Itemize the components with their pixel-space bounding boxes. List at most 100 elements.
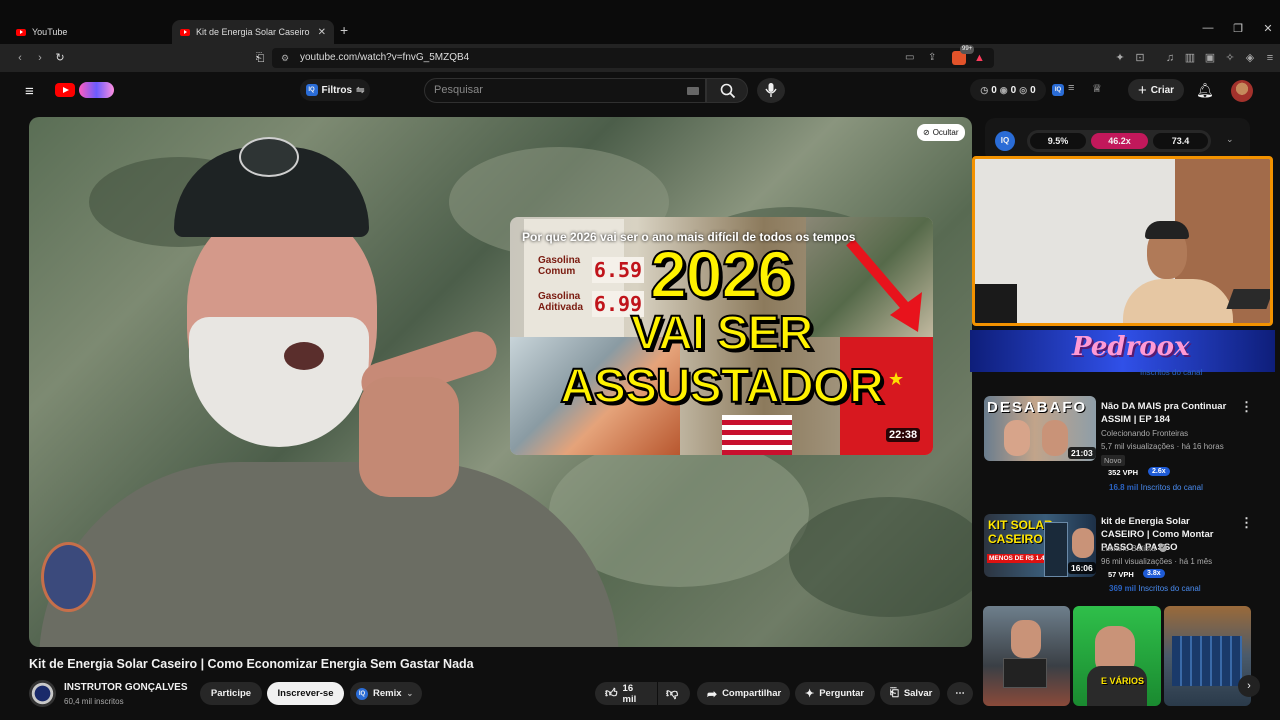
guide-menu-icon[interactable]: ≡ (25, 83, 34, 100)
keyboard-icon[interactable] (687, 87, 699, 95)
short-thumbnail[interactable]: E VÁRIOS (1073, 606, 1161, 706)
minimize-button[interactable]: — (1198, 22, 1218, 34)
rec-thumbnail[interactable]: DESABAFO 21:03 (984, 396, 1096, 461)
tab-youtube[interactable]: YouTube (8, 20, 170, 44)
rec-thumbnail[interactable]: KIT SOLAR CASEIRO MENOS DE R$ 1.400 16:0… (984, 514, 1096, 577)
thumb-person (1072, 528, 1094, 558)
iq-icon[interactable]: IQ (1052, 84, 1064, 96)
stat-score: 73.4 (1153, 133, 1208, 149)
leo-icon[interactable]: ✧ (1222, 50, 1238, 66)
rec-subs: 369 mil Inscritos do canal (1109, 584, 1201, 593)
site-info-icon[interactable]: ⚙ (281, 48, 289, 68)
monitor (975, 284, 1017, 323)
wallet-icon[interactable]: ▣ (1202, 50, 1218, 66)
endscreen-video-card[interactable]: Gasolina Comum Gasolina Aditivada 6.59 6… (510, 217, 933, 455)
thumb-shirt (1087, 666, 1147, 706)
shorts-next-button[interactable]: › (1238, 675, 1260, 697)
more-options-icon[interactable]: ⋮ (1240, 515, 1253, 531)
stats-counters[interactable]: ◷ 0 ◉ 0 ◎ 0 (970, 79, 1046, 101)
filters-button[interactable]: IQ Filtros ⇋ (300, 79, 370, 101)
counter-c: 0 (1030, 84, 1036, 96)
tab-label: Kit de Energia Solar Caseiro | Co (196, 27, 312, 37)
close-tab-icon[interactable]: ✕ (318, 27, 326, 38)
voice-search-button[interactable] (757, 78, 785, 103)
create-button[interactable]: + Criar (1128, 79, 1184, 101)
dislike-button[interactable]: 👎︎ (658, 682, 690, 705)
iq-icon[interactable]: IQ (995, 131, 1015, 151)
list-icon[interactable]: ≡ (1068, 82, 1074, 94)
tab-video[interactable]: Kit de Energia Solar Caseiro | Co ✕ (172, 20, 334, 44)
share-button[interactable]: ➦ Compartilhar (697, 682, 790, 705)
search-button[interactable] (706, 78, 748, 103)
extensions-icon[interactable]: ✦ (1112, 50, 1128, 66)
hide-endcard-button[interactable]: ⊘ Ocultar (917, 124, 965, 141)
like-button[interactable]: 👍︎ 16 mil (595, 682, 657, 705)
cast-icon[interactable]: ▭ (905, 48, 914, 68)
avatar[interactable] (1231, 80, 1253, 102)
presenter-beard (189, 317, 369, 447)
more-actions-button[interactable]: ⋯ (947, 682, 973, 705)
plus-icon: + (1137, 81, 1147, 99)
join-button[interactable]: Participe (200, 682, 262, 705)
rec-multiplier-badge: 3.8x (1143, 569, 1165, 578)
thumbnail-headline-year: 2026 (649, 237, 795, 311)
search-icon (720, 83, 736, 99)
rewards-icon[interactable]: ▲ (974, 48, 985, 68)
rec-thumbnail-text: DESABAFO (987, 399, 1088, 416)
subscribe-button[interactable]: Inscrever-se (267, 682, 344, 705)
channel-name[interactable]: INSTRUTOR GONÇALVES (64, 682, 188, 693)
new-tab-button[interactable]: + (340, 22, 348, 38)
save-bookmark-icon: ⎗ (890, 687, 899, 699)
music-icon[interactable]: ♫ (1162, 50, 1178, 66)
streamer-hair (1145, 221, 1189, 239)
youtube-logo-icon[interactable] (55, 83, 75, 97)
subscriber-count: 60,4 mil inscritos (64, 697, 124, 706)
chevron-down-icon[interactable]: ⌄ (1226, 134, 1234, 145)
short-thumbnail[interactable] (1164, 606, 1251, 706)
sidebar-icon[interactable]: ▥ (1182, 50, 1198, 66)
filters-label: Filtros (321, 84, 353, 96)
laptop (1226, 289, 1270, 309)
youtube-favicon-icon (16, 28, 26, 36)
back-icon[interactable]: ‹ (12, 50, 28, 66)
ask-button[interactable]: ✦ Perguntar (795, 682, 875, 705)
youtube-favicon-icon (180, 28, 190, 36)
rec-channel[interactable]: Colecionando Fronteiras (1101, 429, 1188, 438)
short-thumbnail[interactable] (983, 606, 1070, 706)
tab-label: YouTube (32, 27, 68, 37)
thumbnail-headline-line2: VAI SER (630, 307, 814, 360)
share-icon[interactable]: ⇪ (928, 48, 936, 68)
reload-icon[interactable]: ↻ (52, 50, 68, 66)
thumb-batteries (1172, 636, 1242, 686)
forward-icon[interactable]: › (32, 50, 48, 66)
remix-button[interactable]: IQ Remix ⌄ (350, 682, 422, 705)
vpn-icon[interactable]: ◈ (1242, 50, 1258, 66)
hide-label: Ocultar (932, 128, 959, 137)
rec-thumbnail-text: KIT SOLAR CASEIRO (988, 518, 1053, 546)
search-input[interactable]: Pesquisar (424, 78, 706, 103)
ask-label: Perguntar (819, 688, 865, 699)
save-label: Salvar (903, 688, 933, 699)
doodle-logo-icon[interactable] (79, 82, 114, 98)
menu-icon[interactable]: ≡ (1262, 50, 1278, 66)
screenshot-icon[interactable]: ⊡ (1132, 50, 1148, 66)
rec-subs-count: 369 mil (1109, 584, 1137, 593)
notifications-bell-icon[interactable]: 🔔︎ (1196, 82, 1214, 99)
channel-avatar[interactable] (29, 680, 56, 707)
more-options-icon[interactable]: ⋮ (1240, 399, 1253, 415)
close-window-button[interactable]: ✕ (1258, 22, 1278, 35)
save-button[interactable]: ⎗ Salvar (880, 682, 940, 705)
trophy-icon[interactable]: ♕ (1092, 82, 1102, 95)
rec-title[interactable]: Não DA MAIS pra Continuar ASSIM | EP 184 (1101, 400, 1231, 426)
camo-patch (789, 497, 972, 617)
rec-channel[interactable]: Luciano Batista (1101, 544, 1156, 553)
rec-subs: 16.8 mil Inscritos do canal (1109, 483, 1203, 492)
address-bar[interactable]: ⚙ youtube.com/watch?v=fnvG_5MZQB4 ▭ ⇪ 99… (272, 45, 994, 68)
remix-label: Remix (373, 688, 402, 699)
thumbs-down-icon: 👎︎ (666, 686, 679, 700)
restore-button[interactable]: ❐ (1228, 22, 1248, 35)
streamer-body (1123, 279, 1233, 323)
bookmark-icon[interactable]: ⎗ (252, 50, 268, 66)
thumbnail-headline-line3: ASSUSTADOR (559, 360, 884, 414)
share-arrow-icon: ➦ (707, 686, 718, 701)
